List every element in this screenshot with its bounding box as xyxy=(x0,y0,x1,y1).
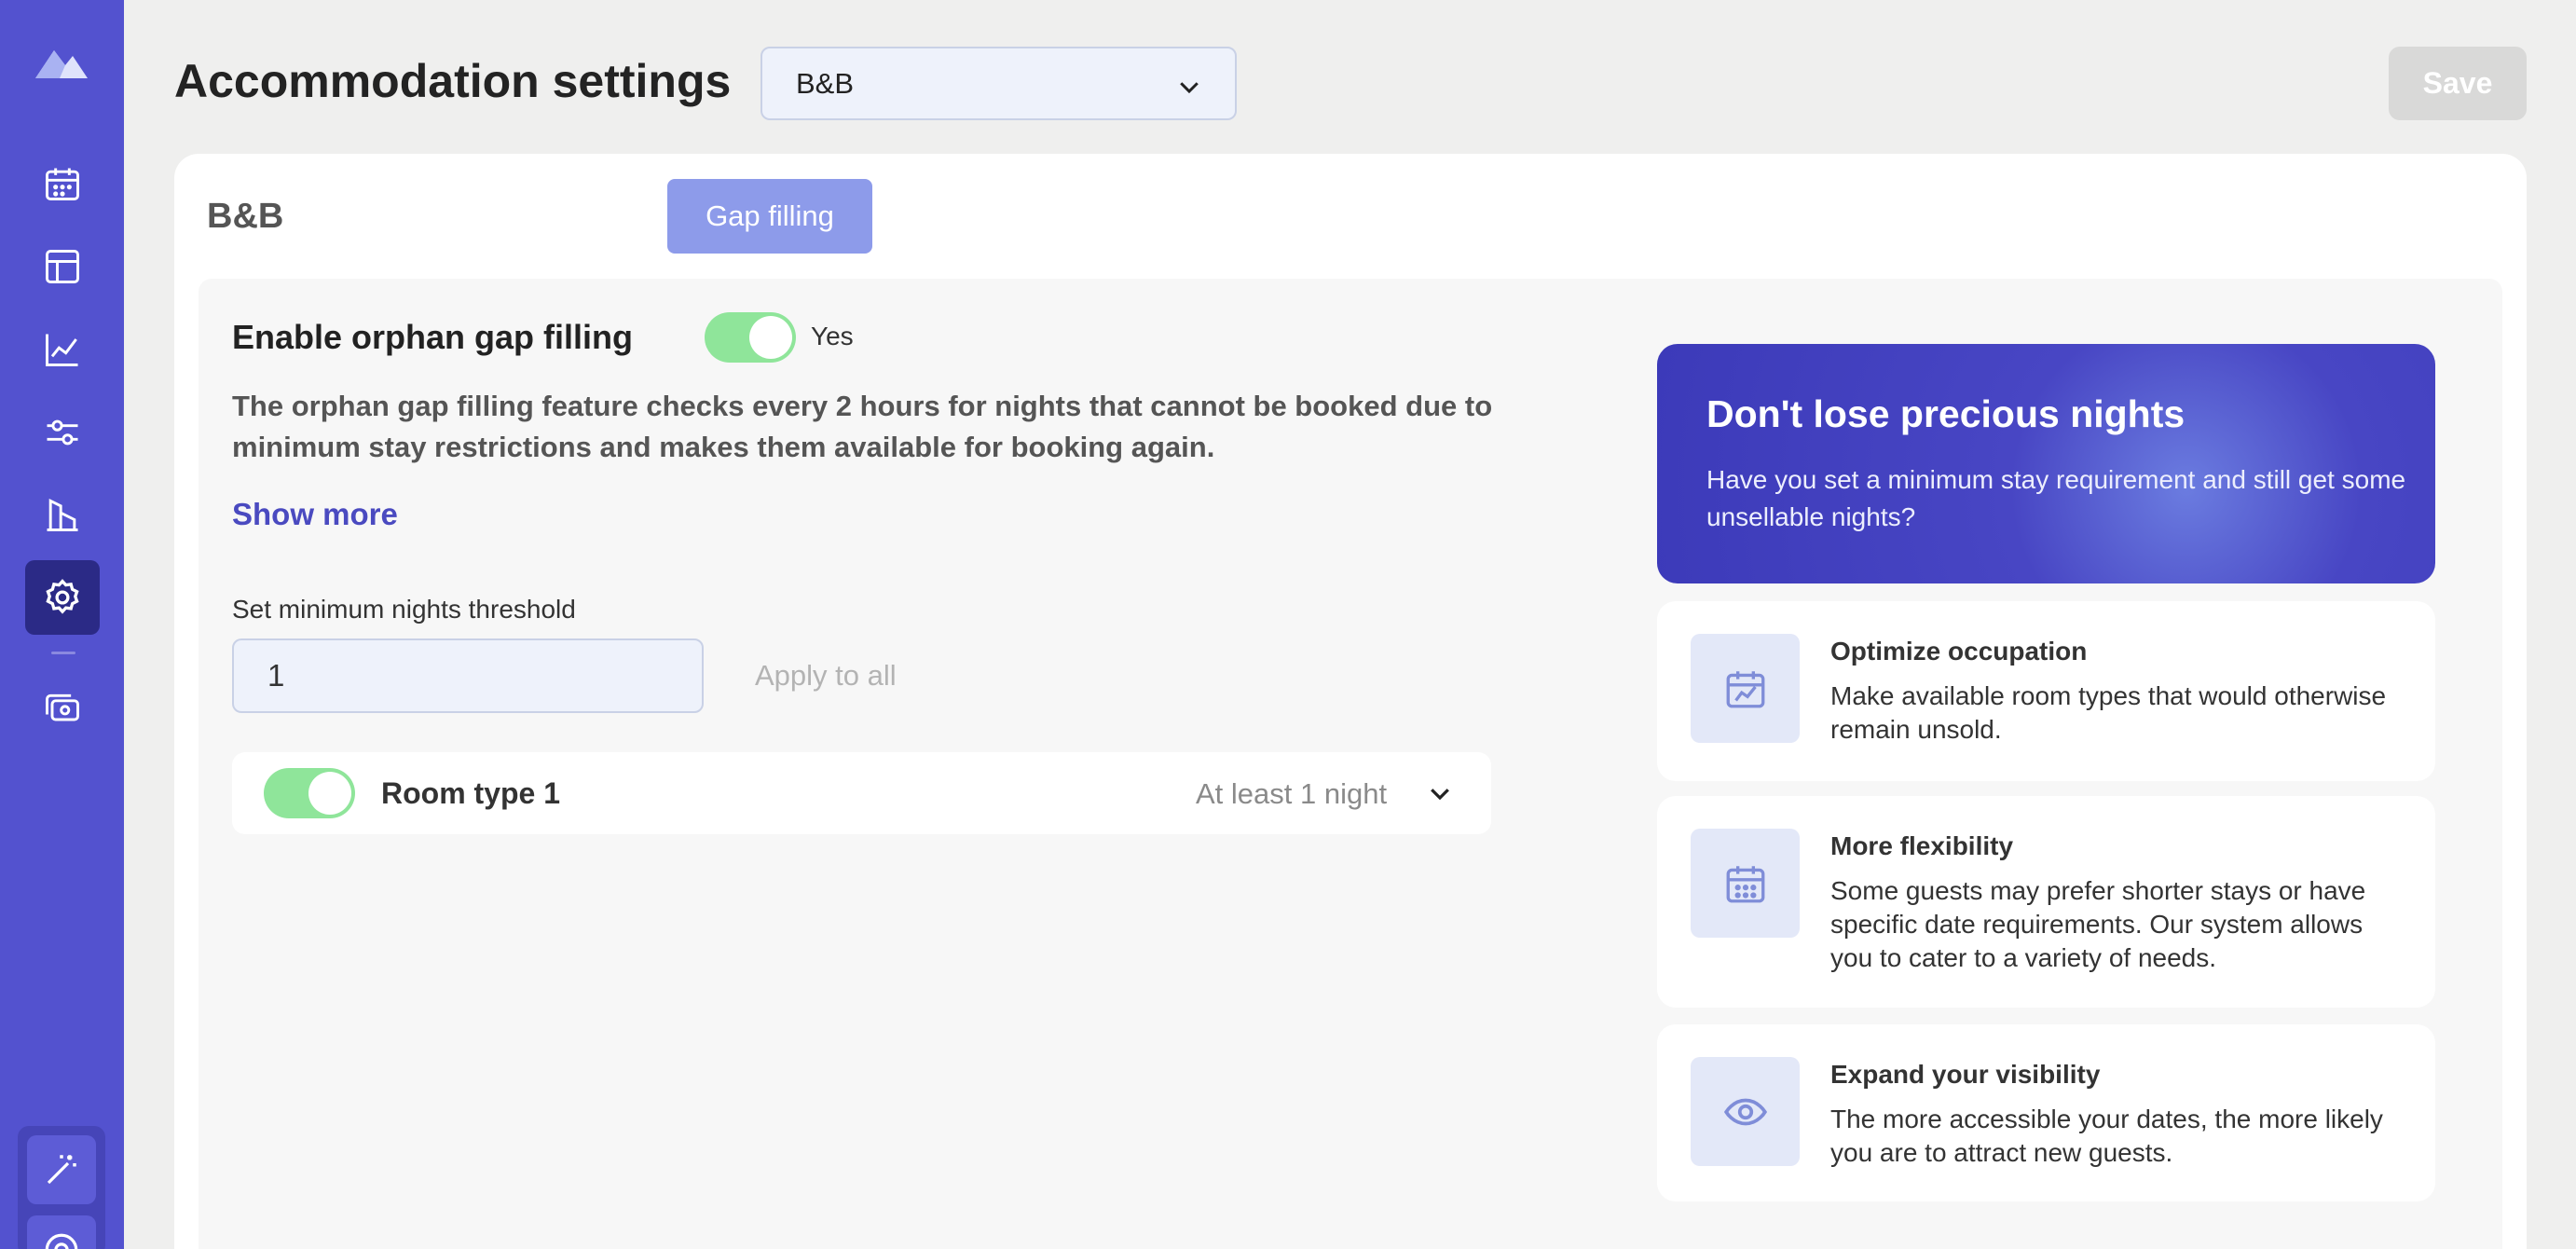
gap-filling-panel: Enable orphan gap filling Yes The orphan… xyxy=(199,279,2502,1249)
layout-icon[interactable] xyxy=(25,229,100,304)
toggle-knob xyxy=(749,316,792,359)
eye-icon xyxy=(1691,1057,1800,1166)
feature-text: Make available room types that would oth… xyxy=(1830,681,2387,744)
feature-card: Expand your visibility The more accessib… xyxy=(1657,1024,2435,1201)
tab-gap-filling[interactable]: Gap filling xyxy=(667,179,872,254)
settings-card: B&B Gap filling Enable orphan gap fillin… xyxy=(174,154,2527,1249)
room-name: Room type 1 xyxy=(381,776,561,810)
room-row[interactable]: Room type 1 At least 1 night xyxy=(232,752,1491,834)
card-title: B&B xyxy=(207,197,284,236)
feature-text: Some guests may prefer shorter stays or … xyxy=(1830,876,2366,972)
sidebar-bottom-panel xyxy=(18,1126,105,1249)
payments-icon[interactable] xyxy=(25,672,100,747)
gap-filling-description: The orphan gap filling feature checks ev… xyxy=(232,390,1493,463)
feature-text: The more accessible your dates, the more… xyxy=(1830,1105,2383,1167)
room-min-nights: At least 1 night xyxy=(1196,777,1388,810)
promo-text: Have you set a minimum stay requirement … xyxy=(1706,465,2406,531)
promo-banner: Don't lose precious nights Have you set … xyxy=(1657,344,2435,583)
sliders-icon[interactable] xyxy=(25,395,100,470)
help-icon[interactable] xyxy=(27,1215,96,1249)
magic-wand-icon[interactable] xyxy=(27,1135,96,1204)
chart-icon[interactable] xyxy=(25,312,100,387)
feature-title: Optimize occupation xyxy=(1830,637,2088,666)
enable-gap-filling-toggle[interactable] xyxy=(705,312,796,363)
building-icon[interactable] xyxy=(25,477,100,552)
page-title: Accommodation settings xyxy=(174,55,732,107)
apply-to-all-button[interactable]: Apply to all xyxy=(755,659,897,693)
settings-icon[interactable] xyxy=(25,560,100,635)
threshold-input[interactable] xyxy=(232,638,704,713)
save-button[interactable]: Save xyxy=(2389,47,2527,120)
feature-card: More flexibility Some guests may prefer … xyxy=(1657,796,2435,1008)
threshold-label: Set minimum nights threshold xyxy=(232,595,576,624)
chevron-down-icon xyxy=(1180,82,1199,94)
logo[interactable] xyxy=(34,43,89,80)
chevron-down-icon[interactable] xyxy=(1426,779,1454,807)
sidebar-divider xyxy=(51,652,75,654)
feature-title: More flexibility xyxy=(1830,831,2014,860)
sidebar xyxy=(0,0,124,1249)
toggle-state-label: Yes xyxy=(811,322,854,350)
feature-title: Expand your visibility xyxy=(1830,1060,2101,1089)
calendar-chart-icon xyxy=(1691,634,1800,743)
accommodation-select-value: B&B xyxy=(796,66,855,100)
calendar-grid-icon xyxy=(1691,829,1800,938)
toggle-knob xyxy=(308,772,351,815)
accommodation-select[interactable]: B&B xyxy=(760,47,1237,120)
show-more-link[interactable]: Show more xyxy=(232,497,398,532)
calendar-icon[interactable] xyxy=(25,146,100,221)
enable-gap-filling-label: Enable orphan gap filling xyxy=(232,318,634,356)
promo-title: Don't lose precious nights xyxy=(1706,392,2185,435)
room-toggle[interactable] xyxy=(264,768,355,818)
feature-card: Optimize occupation Make available room … xyxy=(1657,601,2435,781)
